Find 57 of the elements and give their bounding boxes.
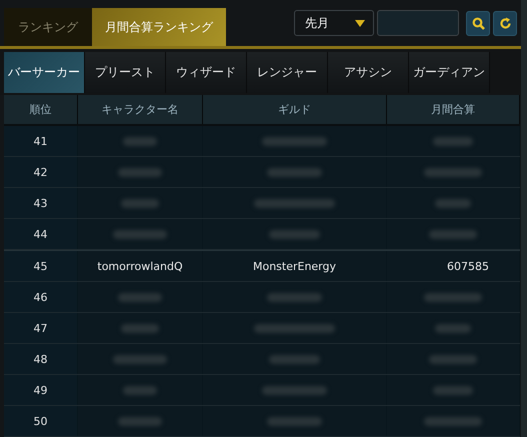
rank-cell: 49	[4, 375, 78, 405]
blurred-text	[434, 198, 472, 208]
blurred-text	[429, 230, 477, 238]
class-tab[interactable]: ガーディアン	[409, 52, 490, 93]
blurred-text	[268, 230, 320, 238]
period-dropdown[interactable]: 先月	[294, 10, 374, 36]
rank-cell: 41	[4, 126, 78, 156]
blurred-text	[112, 230, 168, 238]
rank-cell: 50	[4, 406, 78, 436]
rank-cell: 46	[4, 282, 78, 312]
blurred-text	[121, 324, 159, 332]
blurred-text	[121, 198, 159, 208]
column-header: キャラクター名	[78, 95, 203, 124]
table-cell: 607585	[387, 251, 520, 281]
refresh-icon	[498, 16, 512, 30]
blurred-text	[112, 354, 168, 364]
blurred-text	[267, 292, 322, 302]
search-field[interactable]	[377, 10, 459, 36]
class-tab[interactable]: バーサーカー	[4, 52, 85, 93]
blurred-text	[262, 386, 328, 394]
blurred-text	[122, 386, 158, 394]
blurred-text	[267, 168, 322, 176]
table-cell: MonsterEnergy	[203, 251, 387, 281]
search-icon	[472, 16, 484, 30]
search-button[interactable]	[466, 10, 490, 36]
table-cell: tomorrowlandQ	[78, 251, 203, 281]
rank-cell: 44	[4, 219, 78, 249]
blurred-text	[433, 136, 473, 146]
blurred-text	[118, 168, 162, 176]
column-header: ギルド	[203, 95, 387, 124]
blurred-text	[424, 416, 482, 426]
blurred-text	[267, 416, 322, 426]
blurred-text	[429, 354, 477, 364]
rank-cell: 48	[4, 344, 78, 374]
blurred-text	[118, 292, 162, 302]
rank-cell: 45	[4, 251, 78, 281]
class-tab[interactable]: レンジャー	[247, 52, 328, 93]
class-tab[interactable]: アサシン	[328, 52, 409, 93]
column-header: 順位	[4, 95, 78, 124]
class-tab[interactable]: ウィザード	[166, 52, 247, 93]
caret-icon	[355, 20, 365, 26]
blurred-text	[262, 136, 328, 146]
blurred-text	[424, 292, 482, 302]
refresh-button[interactable]	[493, 10, 517, 36]
blurred-text	[118, 416, 162, 426]
blurred-text	[122, 136, 158, 146]
ranking-tab[interactable]: 月間合算ランキング	[92, 8, 226, 46]
rank-cell: 47	[4, 313, 78, 343]
blurred-text	[434, 324, 472, 332]
blurred-text	[433, 386, 473, 394]
rank-cell: 42	[4, 157, 78, 187]
class-tab[interactable]: プリースト	[85, 52, 166, 93]
blurred-text	[268, 354, 320, 364]
rank-cell: 43	[4, 188, 78, 218]
blurred-text	[424, 168, 482, 176]
ranking-tab[interactable]: ランキング	[4, 8, 92, 46]
column-header: 月間合算	[387, 95, 520, 124]
